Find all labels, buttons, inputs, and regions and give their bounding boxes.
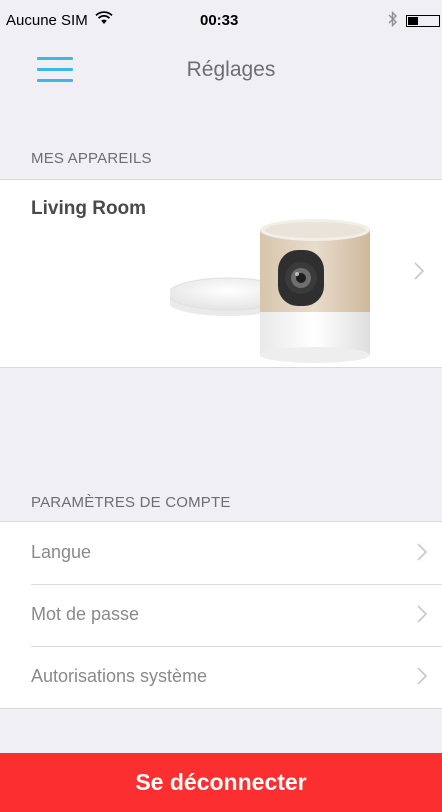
bluetooth-icon — [388, 10, 398, 31]
list-item-system-permissions[interactable]: Autorisations système — [0, 646, 442, 708]
logout-button[interactable]: Se déconnecter — [0, 753, 442, 812]
chevron-right-icon — [417, 667, 427, 685]
wifi-icon — [95, 11, 113, 29]
account-section-header: PARAMÈTRES DE COMPTE — [31, 494, 231, 511]
list-item-label: Autorisations système — [31, 666, 208, 686]
page-title: Réglages — [186, 58, 276, 81]
list-item-password[interactable]: Mot de passe — [0, 584, 442, 646]
account-settings-list: Langue Mot de passe Autorisations systèm… — [0, 521, 442, 709]
battery-icon — [406, 15, 440, 27]
clock: 00:33 — [200, 12, 239, 29]
status-bar: Aucune SIM 00:33 — [0, 0, 442, 40]
devices-section-header: MES APPAREILS — [31, 150, 152, 167]
chevron-right-icon — [417, 543, 427, 561]
list-item-label: Mot de passe — [31, 604, 140, 624]
device-name: Living Room — [31, 198, 147, 219]
camera-device-image — [167, 210, 400, 370]
list-item-language[interactable]: Langue — [0, 522, 442, 584]
chevron-right-icon — [414, 262, 424, 280]
carrier-label: Aucune SIM — [6, 12, 88, 29]
device-item-living-room[interactable]: Living Room — [0, 179, 442, 368]
list-item-label: Langue — [31, 542, 92, 562]
chevron-right-icon — [417, 605, 427, 623]
navigation-bar: Réglages — [0, 40, 442, 100]
